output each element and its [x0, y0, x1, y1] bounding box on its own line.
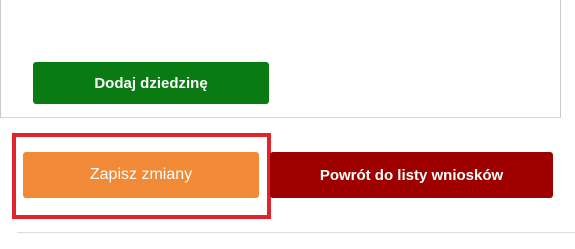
divider — [17, 232, 575, 233]
add-domain-button[interactable]: Dodaj dziedzinę — [33, 62, 269, 104]
save-changes-button[interactable]: Zapisz zmiany — [23, 152, 259, 198]
back-to-list-button[interactable]: Powrót do listy wniosków — [270, 152, 553, 198]
page: Dodaj dziedzinę Zapisz zmiany Powrót do … — [0, 0, 575, 249]
